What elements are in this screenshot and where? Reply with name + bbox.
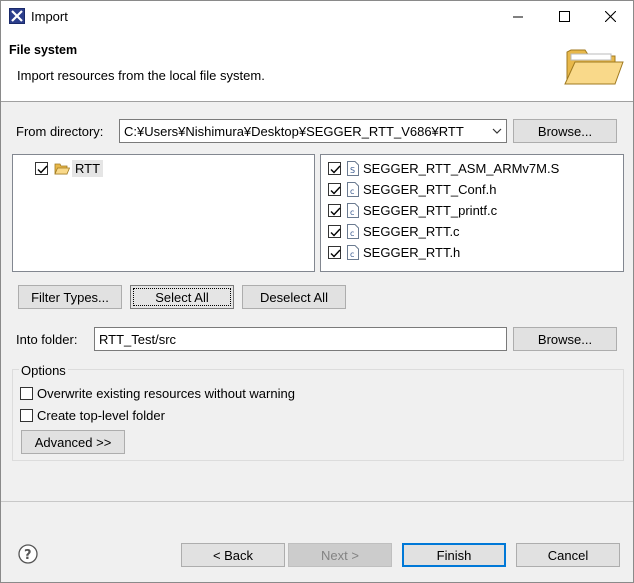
file-checkbox[interactable]: [328, 245, 341, 259]
tree-item-rtt[interactable]: RTT: [35, 158, 104, 178]
close-icon: [604, 11, 616, 22]
from-directory-value: C:¥Users¥Nishimura¥Desktop¥SEGGER_RTT_V6…: [124, 124, 464, 139]
into-folder-input[interactable]: RTT_Test/src: [94, 327, 507, 351]
title-bar: Import: [1, 1, 633, 32]
c-file-icon: c: [347, 202, 359, 218]
folder-tree[interactable]: RTT: [12, 154, 315, 272]
eclipse-app-icon: [9, 8, 25, 24]
file-label: SEGGER_RTT_ASM_ARMv7M.S: [363, 160, 560, 176]
window-title: Import: [31, 9, 68, 24]
svg-text:c: c: [350, 250, 354, 259]
advanced-button[interactable]: Advanced >>: [21, 430, 125, 454]
create-top-level-label: Create top-level folder: [37, 408, 165, 423]
maximize-button[interactable]: [541, 1, 587, 32]
c-file-icon: c: [347, 223, 359, 239]
file-item[interactable]: S SEGGER_RTT_ASM_ARMv7M.S: [328, 158, 559, 178]
svg-text:?: ?: [24, 548, 32, 563]
page-description: Import resources from the local file sys…: [17, 68, 265, 83]
options-title: Options: [19, 363, 68, 378]
file-item[interactable]: c SEGGER_RTT.c: [328, 221, 460, 241]
minimize-button[interactable]: [495, 1, 541, 32]
minimize-icon: [513, 16, 523, 17]
file-label: SEGGER_RTT_printf.c: [363, 202, 498, 218]
filter-types-button[interactable]: Filter Types...: [18, 285, 122, 309]
from-directory-label: From directory:: [16, 124, 104, 139]
select-all-button[interactable]: Select All: [130, 285, 234, 309]
create-top-level-option[interactable]: Create top-level folder: [20, 408, 165, 423]
s-file-icon: S: [347, 160, 359, 176]
overwrite-checkbox[interactable]: [20, 387, 33, 400]
deselect-all-button[interactable]: Deselect All: [242, 285, 346, 309]
into-folder-label: Into folder:: [16, 332, 78, 347]
close-button[interactable]: [587, 1, 633, 32]
open-folder-icon: [54, 163, 70, 174]
c-file-icon: c: [347, 244, 359, 260]
checkmark-icon: [330, 165, 341, 174]
svg-text:c: c: [350, 208, 354, 217]
file-label: SEGGER_RTT.h: [363, 244, 461, 260]
tree-item-checkbox[interactable]: [35, 161, 48, 175]
checkmark-icon: [37, 165, 48, 174]
file-checkbox[interactable]: [328, 203, 341, 217]
svg-text:S: S: [350, 166, 355, 175]
overwrite-option[interactable]: Overwrite existing resources without war…: [20, 386, 295, 401]
chevron-down-icon: [492, 128, 502, 134]
finish-button[interactable]: Finish: [402, 543, 506, 567]
help-icon[interactable]: ?: [18, 544, 38, 564]
import-dialog: Import File system Import resources from…: [0, 0, 634, 583]
checkmark-icon: [330, 186, 341, 195]
browse-directory-button[interactable]: Browse...: [513, 119, 617, 143]
from-directory-combo[interactable]: C:¥Users¥Nishimura¥Desktop¥SEGGER_RTT_V6…: [119, 119, 507, 143]
browse-folder-button[interactable]: Browse...: [513, 327, 617, 351]
svg-text:c: c: [350, 187, 354, 196]
file-checkbox[interactable]: [328, 224, 341, 238]
checkmark-icon: [330, 249, 341, 258]
file-item[interactable]: c SEGGER_RTT_Conf.h: [328, 179, 496, 199]
checkmark-icon: [330, 207, 341, 216]
cancel-button[interactable]: Cancel: [516, 543, 620, 567]
tree-item-label: RTT: [72, 159, 104, 177]
footer-separator: [1, 501, 633, 502]
file-label: SEGGER_RTT_Conf.h: [363, 181, 497, 197]
next-button[interactable]: Next >: [288, 543, 392, 567]
file-checkbox[interactable]: [328, 182, 341, 196]
create-top-level-checkbox[interactable]: [20, 409, 33, 422]
wizard-banner: File system Import resources from the lo…: [1, 32, 633, 102]
into-folder-value: RTT_Test/src: [99, 332, 177, 347]
svg-text:c: c: [350, 229, 354, 238]
file-list[interactable]: S SEGGER_RTT_ASM_ARMv7M.S c SEGGER_RTT_C…: [320, 154, 624, 272]
page-title: File system: [9, 43, 78, 57]
file-item[interactable]: c SEGGER_RTT.h: [328, 242, 460, 262]
file-label: SEGGER_RTT.c: [363, 223, 460, 239]
overwrite-label: Overwrite existing resources without war…: [37, 386, 295, 401]
c-file-icon: c: [347, 181, 359, 197]
folder-icon: [564, 49, 624, 85]
file-item[interactable]: c SEGGER_RTT_printf.c: [328, 200, 497, 220]
maximize-icon: [558, 11, 570, 22]
checkmark-icon: [330, 228, 341, 237]
back-button[interactable]: < Back: [181, 543, 285, 567]
file-checkbox[interactable]: [328, 161, 341, 175]
